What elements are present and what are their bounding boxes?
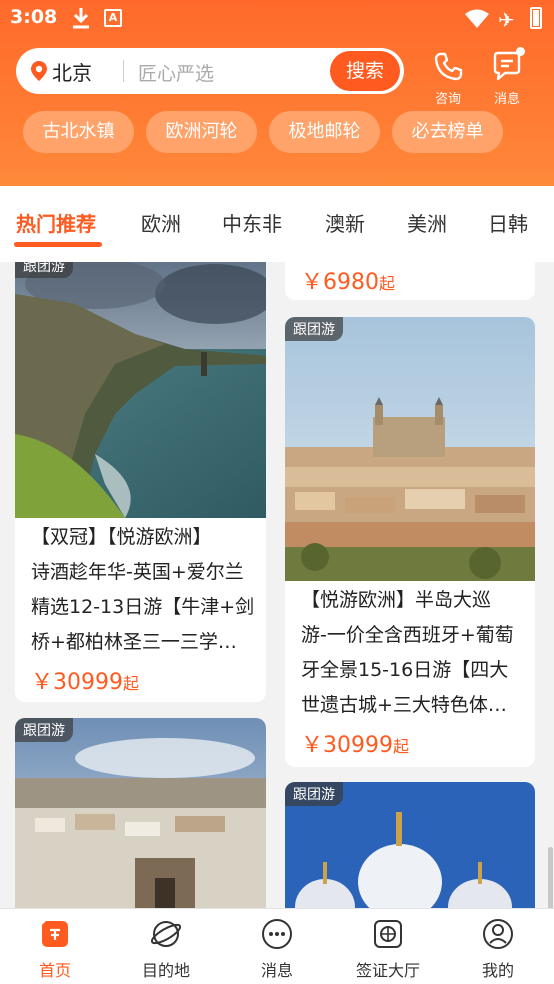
message-label: 消息: [493, 92, 520, 107]
price-text: ￥6980起: [301, 270, 396, 295]
chip-europe-river-cruise[interactable]: 欧洲河轮: [146, 111, 257, 153]
quick-chips: 古北水镇 欧洲河轮 极地邮轮 必去榜单: [0, 111, 554, 155]
status-bar: 3:08 A ✈: [0, 0, 554, 38]
nav-visa-hall[interactable]: 签证大厅: [338, 917, 438, 981]
city-selector[interactable]: 北京: [52, 57, 92, 86]
notification-dot: [516, 47, 525, 56]
globe-passport-icon: [374, 920, 402, 948]
airplane-icon: ✈: [498, 8, 515, 32]
product-card-spain-portugal[interactable]: 跟团游 【悦游欧洲】半岛大巡 游-一价全含西班牙+葡萄 牙全景15-16日游【四…: [285, 317, 535, 767]
consult-button[interactable]: 咨询: [428, 50, 468, 107]
header: 3:08 A ✈ 北京 匠心严选 搜索 咨询 消息 古北水镇 欧洲河轮 极地邮轮…: [0, 0, 554, 186]
bottom-nav: 首页 目的地 消息 签证大厅 我的: [0, 908, 554, 984]
nav-messages[interactable]: 消息: [227, 917, 327, 981]
tab-hot[interactable]: 热门推荐: [16, 208, 96, 237]
nav-mine-label: 我的: [481, 961, 514, 980]
location-pin-icon: [31, 61, 47, 81]
tour-type-tag: 跟团游: [15, 262, 73, 278]
product-title: 【悦游欧洲】半岛大巡 游-一价全含西班牙+葡萄 牙全景15-16日游【四大 世遗…: [301, 589, 514, 716]
home-icon: [42, 921, 68, 947]
app-notification-icon: A: [104, 9, 122, 27]
tab-middle-east-africa[interactable]: 中东非: [222, 208, 282, 237]
tab-japan-korea[interactable]: 日韩: [488, 208, 528, 237]
tour-type-tag: 跟团游: [15, 718, 73, 742]
nav-home-label: 首页: [38, 961, 71, 980]
product-card-left-2[interactable]: 跟团游: [15, 718, 266, 908]
product-card-right-2[interactable]: 跟团游: [285, 782, 535, 908]
status-time: 3:08: [10, 6, 58, 28]
search-divider: [123, 60, 124, 82]
consult-label: 咨询: [434, 92, 461, 107]
chip-must-go-list[interactable]: 必去榜单: [392, 111, 503, 153]
old-town-castle-image: [285, 317, 535, 581]
nav-destination-label: 目的地: [141, 961, 190, 980]
phone-icon: [434, 52, 463, 81]
message-button[interactable]: 消息: [487, 47, 527, 107]
active-tab-underline: [14, 242, 102, 247]
user-icon: [483, 919, 513, 949]
tab-europe[interactable]: 欧洲: [141, 208, 181, 237]
product-title: 【双冠】【悦游欧洲】 诗酒趁年华-英国+爱尔兰 精选12-13日游【牛津+剑 桥…: [31, 526, 255, 653]
product-card-uk-ireland[interactable]: 跟团游 【双冠】【悦游欧洲】 诗酒趁年华-英国+爱尔兰 精选12-13日游【牛津…: [15, 262, 266, 702]
tab-australia-nz[interactable]: 澳新: [325, 208, 365, 237]
price-text: ￥30999起: [301, 733, 410, 758]
tour-type-tag: 跟团游: [285, 782, 343, 806]
tour-type-tag: 跟团游: [285, 317, 343, 341]
chip-gubei[interactable]: 古北水镇: [23, 111, 134, 153]
planet-icon: [150, 921, 182, 947]
search-button[interactable]: 搜索: [330, 51, 400, 91]
nav-home[interactable]: 首页: [5, 917, 105, 981]
nav-mine[interactable]: 我的: [448, 917, 548, 981]
nav-destination[interactable]: 目的地: [116, 917, 216, 981]
nav-messages-label: 消息: [260, 961, 293, 980]
feed-scrollbar[interactable]: [548, 847, 553, 908]
wifi-icon: [465, 9, 489, 28]
search-input[interactable]: 匠心严选: [138, 59, 214, 86]
search-bar[interactable]: 北京 匠心严选 搜索: [16, 48, 404, 94]
tab-americas[interactable]: 美洲: [407, 208, 447, 237]
nav-visa-hall-label: 签证大厅: [355, 961, 420, 980]
chat-dots-icon: [262, 919, 292, 949]
hilltop-town-image: [15, 718, 266, 908]
cliffs-coast-image: [15, 262, 266, 518]
price-text: ￥30999起: [31, 670, 140, 695]
chip-polar-cruise[interactable]: 极地邮轮: [269, 111, 380, 153]
battery-icon: [530, 7, 542, 29]
download-icon: [73, 8, 89, 29]
product-feed: ￥6980起 跟团游 【双冠】【悦游欧洲】 诗酒趁年华-英国+爱尔兰 精选12-…: [0, 262, 554, 908]
category-tabs: 热门推荐 欧洲 中东非 澳新 美洲 日韩: [0, 186, 554, 262]
product-card-partial-right[interactable]: ￥6980起: [285, 262, 535, 300]
